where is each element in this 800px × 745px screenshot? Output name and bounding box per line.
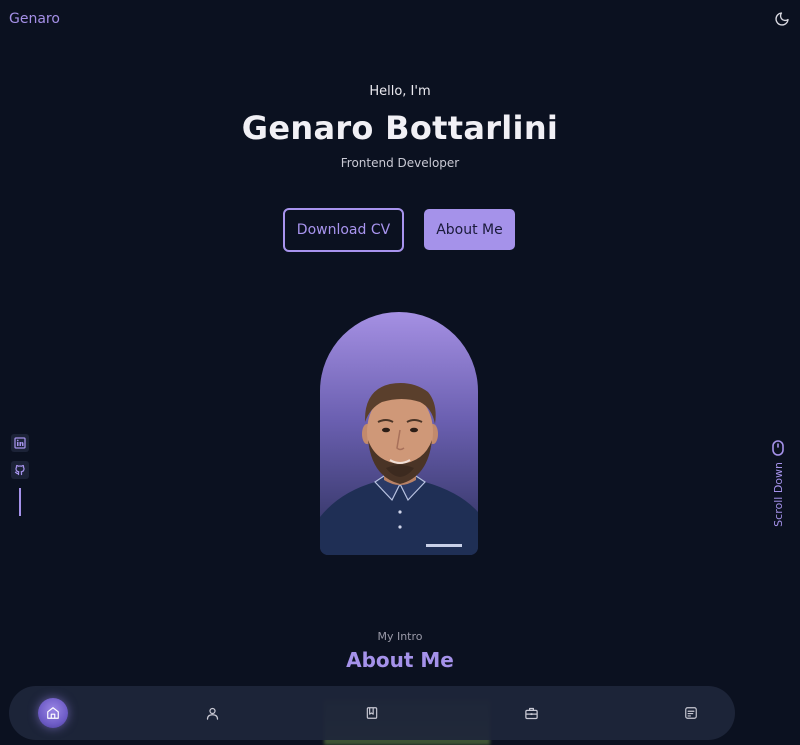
profile-portrait — [320, 312, 478, 555]
nav-contact[interactable] — [676, 698, 706, 728]
section-title: About Me — [346, 648, 454, 672]
briefcase-icon — [524, 706, 539, 721]
book-icon — [365, 706, 379, 720]
social-links — [11, 434, 29, 516]
download-cv-button[interactable]: Download CV — [283, 208, 404, 252]
hero-section: Hello, I'm Genaro Bottarlini Frontend De… — [0, 84, 800, 170]
scroll-down-link[interactable]: Scroll Down — [769, 440, 787, 530]
nav-about[interactable] — [197, 698, 227, 728]
greeting: Hello, I'm — [369, 84, 431, 99]
nav-skills[interactable] — [357, 698, 387, 728]
moon-icon[interactable] — [774, 11, 790, 27]
nav-portfolio[interactable] — [516, 698, 546, 728]
user-icon — [205, 706, 220, 721]
mouse-icon — [772, 440, 784, 456]
linkedin-icon[interactable] — [11, 434, 29, 452]
hero-role: Frontend Developer — [340, 156, 460, 170]
social-divider — [19, 488, 21, 516]
nav-home[interactable] — [38, 698, 68, 728]
section-subtitle: My Intro — [377, 630, 423, 643]
github-icon[interactable] — [11, 461, 29, 479]
about-me-button[interactable]: About Me — [424, 209, 515, 250]
scroll-down-label: Scroll Down — [771, 462, 785, 527]
message-icon — [684, 706, 698, 720]
bottom-navbar — [9, 686, 735, 740]
logo[interactable]: Genaro — [9, 11, 60, 27]
home-icon — [46, 706, 60, 720]
hero-name: Genaro Bottarlini — [241, 109, 559, 147]
